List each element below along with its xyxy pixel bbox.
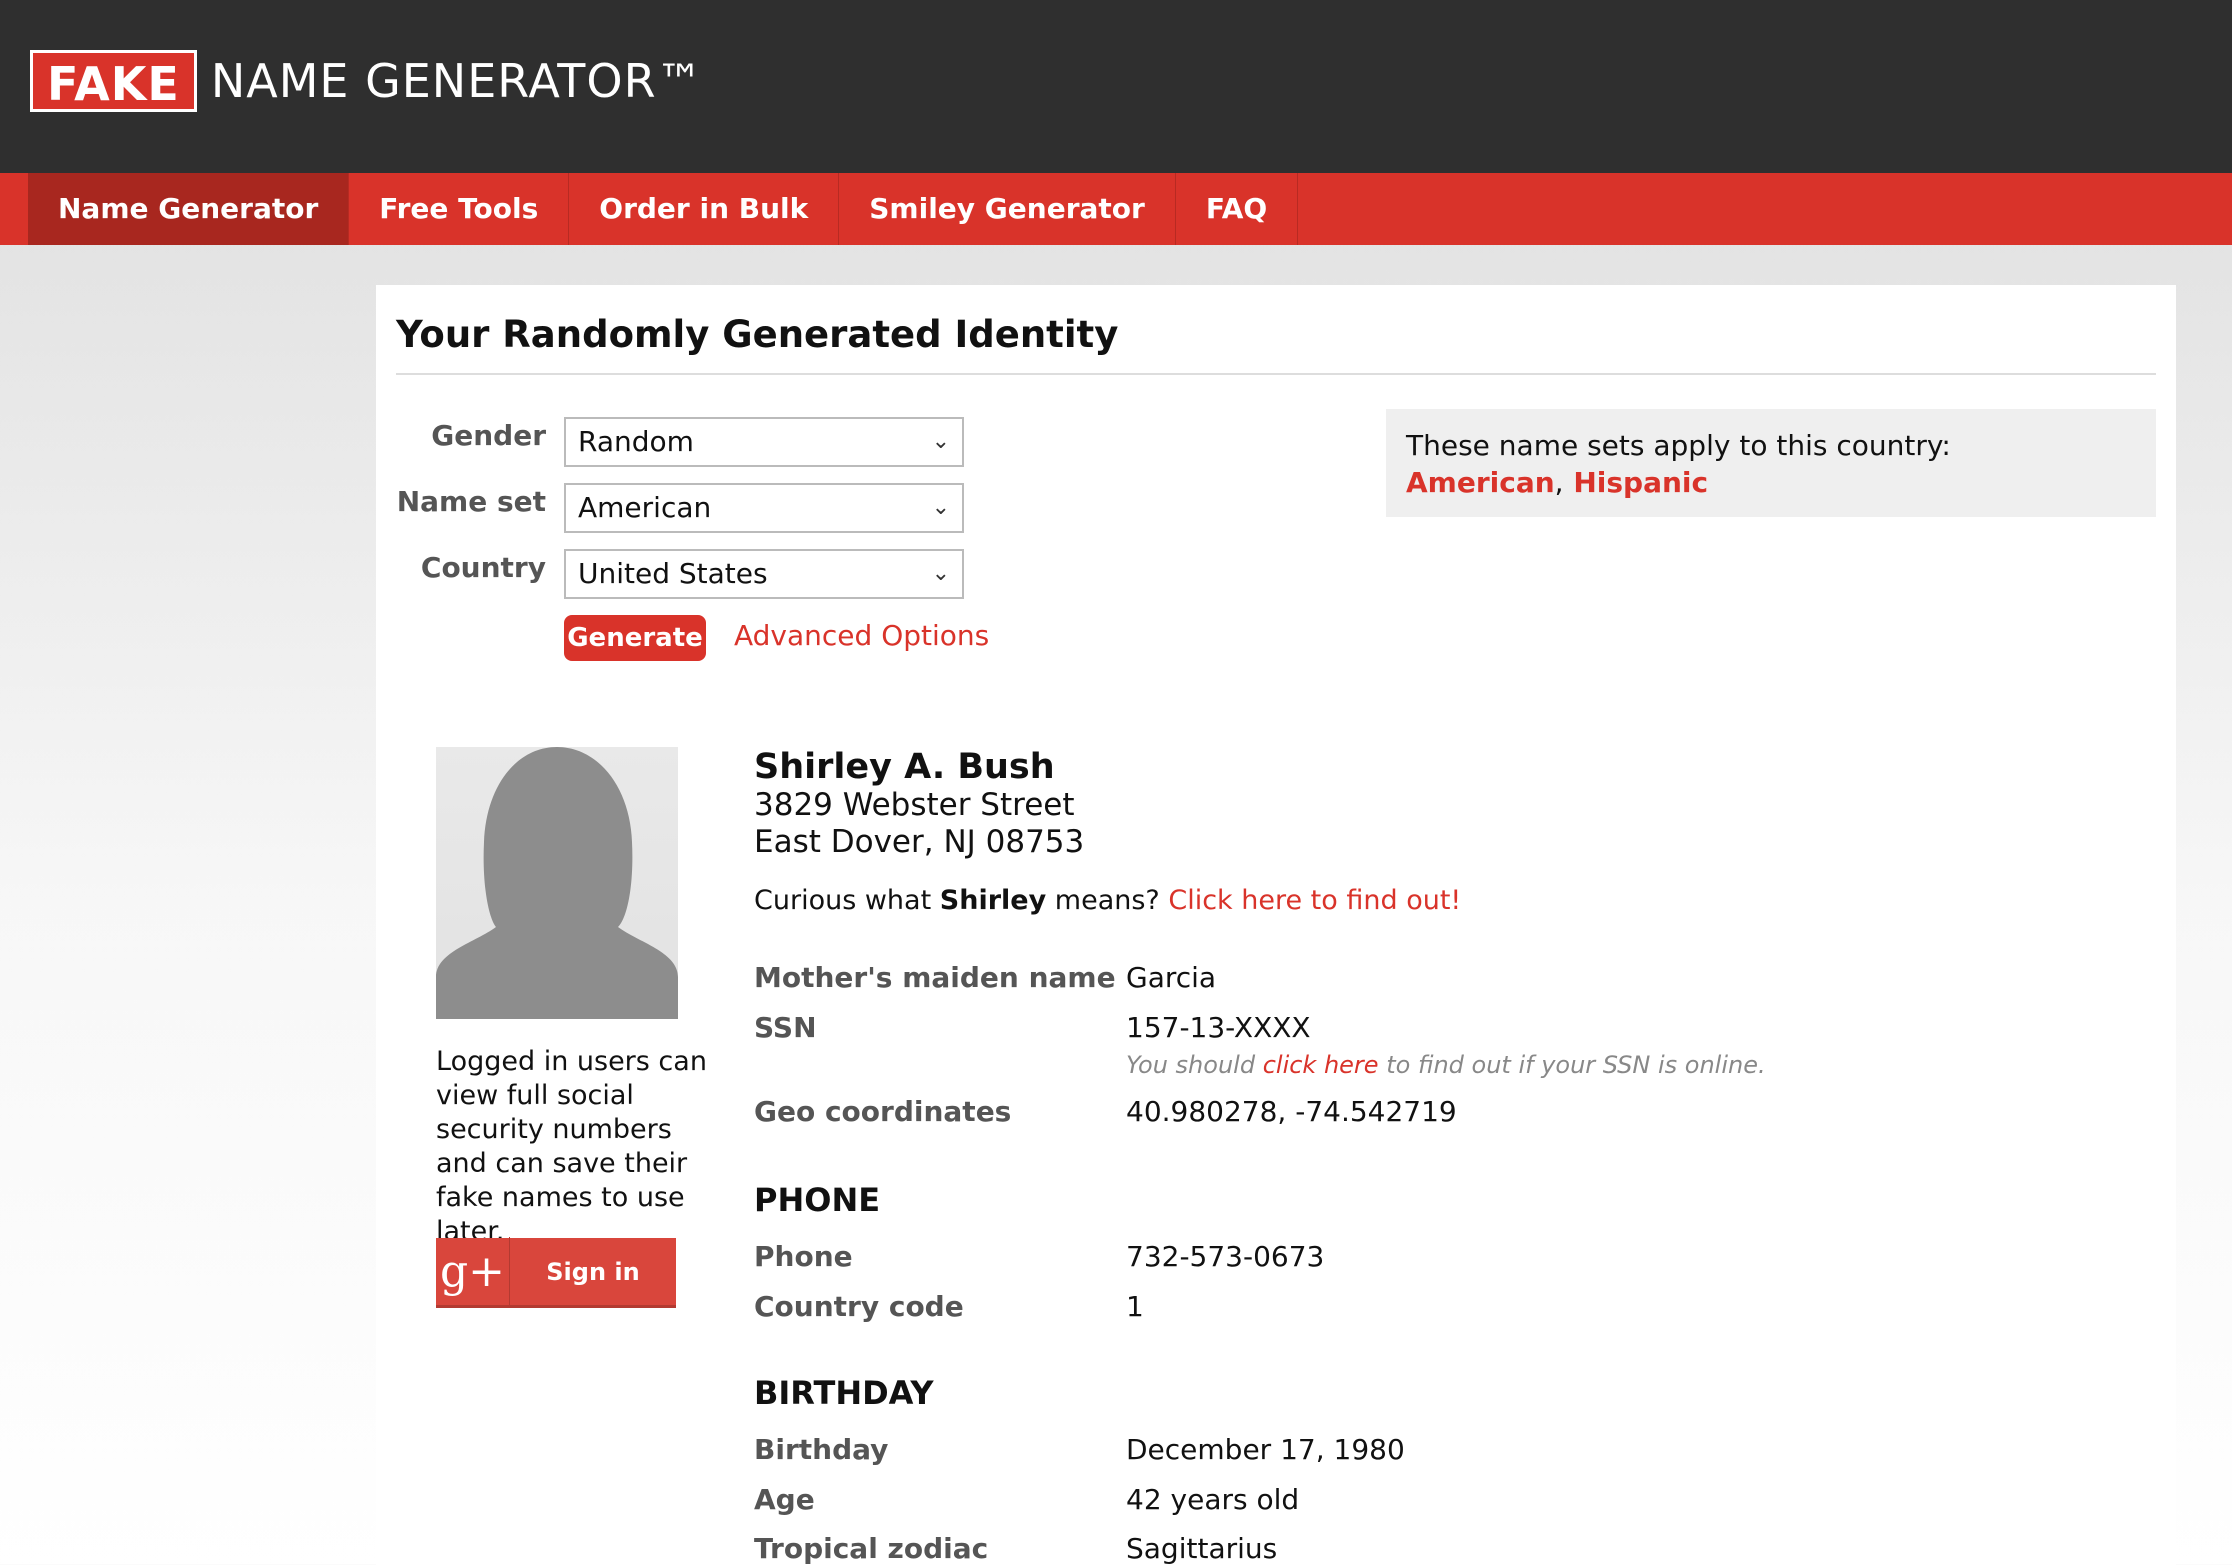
- birthday-label: Birthday: [754, 1433, 889, 1466]
- country-code-label: Country code: [754, 1290, 964, 1323]
- ssn-note: You should click here to find out if you…: [1126, 1051, 1766, 1079]
- nameset-link-american[interactable]: American: [1406, 466, 1555, 499]
- generate-button[interactable]: Generate: [564, 615, 706, 661]
- age-value: 42 years old: [1126, 1483, 1300, 1516]
- gender-label: Gender: [431, 419, 546, 452]
- country-code-value: 1: [1126, 1290, 1144, 1323]
- chevron-down-icon: ⌄: [931, 429, 950, 454]
- site-logo[interactable]: FAKE NAME GENERATOR™: [30, 50, 704, 112]
- zodiac-value: Sagittarius: [1126, 1532, 1278, 1565]
- curious-prefix: Curious what: [754, 885, 932, 916]
- country-namesets-box: These name sets apply to this country: A…: [1386, 409, 2156, 517]
- name-meaning-line: Curious what Shirley means? Click here t…: [754, 885, 1461, 916]
- google-plus-icon: g+: [436, 1236, 510, 1307]
- country-select-value: United States: [578, 557, 768, 590]
- phone-value: 732-573-0673: [1126, 1240, 1325, 1273]
- google-signin-button[interactable]: g+ Sign in: [436, 1236, 676, 1308]
- avatar-silhouette-icon: [436, 747, 678, 1019]
- title-divider: [396, 373, 2156, 375]
- login-promo-text: Logged in users can view full social sec…: [436, 1046, 707, 1247]
- geo-coordinates-link[interactable]: 40.980278, -74.542719: [1126, 1095, 1457, 1128]
- avatar: [436, 747, 678, 1019]
- identity-panel: Your Randomly Generated Identity Gender …: [376, 285, 2176, 1565]
- birthday-section-title: BIRTHDAY: [754, 1374, 934, 1412]
- first-name: Shirley: [939, 885, 1047, 916]
- address-street: 3829 Webster Street: [754, 787, 1075, 823]
- page-title: Your Randomly Generated Identity: [396, 313, 1119, 356]
- nav-order-in-bulk[interactable]: Order in Bulk: [569, 173, 840, 245]
- logo-fake-badge: FAKE: [30, 50, 197, 112]
- nameset-label: Name set: [396, 485, 546, 518]
- ssn-label: SSN: [754, 1011, 817, 1044]
- main-nav: Name Generator Free Tools Order in Bulk …: [0, 173, 2232, 245]
- signin-label: Sign in: [546, 1257, 640, 1286]
- logo-wordmark: NAME GENERATOR™: [210, 54, 704, 108]
- country-namesets-text: These name sets apply to this country:: [1406, 429, 1951, 462]
- chevron-down-icon: ⌄: [931, 561, 950, 586]
- age-label: Age: [754, 1483, 815, 1516]
- nav-free-tools[interactable]: Free Tools: [349, 173, 570, 245]
- advanced-options-link[interactable]: Advanced Options: [734, 619, 989, 652]
- gender-select[interactable]: Random ⌄: [564, 417, 964, 467]
- geo-label: Geo coordinates: [754, 1095, 1012, 1128]
- identity-name: Shirley A. Bush: [754, 747, 1055, 787]
- zodiac-label: Tropical zodiac: [754, 1532, 989, 1565]
- nav-faq[interactable]: FAQ: [1176, 173, 1299, 245]
- ssn-check-link[interactable]: click here: [1263, 1051, 1379, 1079]
- birthday-value: December 17, 1980: [1126, 1433, 1405, 1466]
- country-label: Country: [420, 551, 546, 584]
- country-select[interactable]: United States ⌄: [564, 549, 964, 599]
- name-meaning-link[interactable]: Click here to find out!: [1168, 885, 1461, 916]
- nav-name-generator[interactable]: Name Generator: [28, 173, 350, 245]
- phone-label: Phone: [754, 1240, 853, 1273]
- nameset-separator: ,: [1554, 466, 1564, 499]
- address-city: East Dover, NJ 08753: [754, 824, 1085, 860]
- gender-select-value: Random: [578, 425, 694, 458]
- curious-mid: means?: [1054, 885, 1160, 916]
- nameset-select[interactable]: American ⌄: [564, 483, 964, 533]
- chevron-down-icon: ⌄: [931, 495, 950, 520]
- maiden-name-label: Mother's maiden name: [754, 961, 1116, 994]
- phone-section-title: PHONE: [754, 1181, 881, 1219]
- nav-smiley-generator[interactable]: Smiley Generator: [839, 173, 1176, 245]
- ssn-note-suffix: to find out if your SSN is online.: [1386, 1051, 1766, 1079]
- top-header: FAKE NAME GENERATOR™: [0, 0, 2232, 173]
- maiden-name-value: Garcia: [1126, 961, 1217, 994]
- ssn-value: 157-13-XXXX: [1126, 1011, 1311, 1044]
- nameset-link-hispanic[interactable]: Hispanic: [1573, 466, 1708, 499]
- nameset-select-value: American: [578, 491, 712, 524]
- ssn-note-prefix: You should: [1126, 1051, 1256, 1079]
